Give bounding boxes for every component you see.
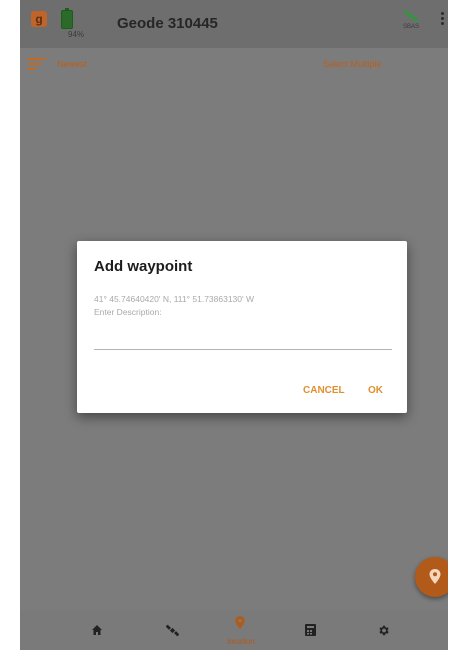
- location-pin-icon: [429, 569, 441, 584]
- select-multiple-button[interactable]: Select Multiple: [323, 59, 382, 69]
- satellite-icon: [166, 624, 179, 637]
- add-waypoint-fab[interactable]: [415, 557, 448, 597]
- dialog-title: Add waypoint: [94, 258, 193, 275]
- cancel-button[interactable]: CANCEL: [303, 385, 345, 396]
- bottom-navigation: location: [20, 610, 448, 650]
- ok-button[interactable]: OK: [368, 385, 383, 396]
- sort-icon[interactable]: [28, 58, 46, 70]
- add-waypoint-dialog: Add waypoint 41° 45.74640420' N, 111° 51…: [77, 241, 407, 413]
- app-title: Geode 310445: [117, 15, 218, 32]
- calculator-icon: [305, 624, 316, 636]
- more-vert-icon[interactable]: [439, 12, 445, 30]
- nav-location-label: location: [227, 637, 255, 646]
- battery-icon: [61, 8, 73, 29]
- nav-gps[interactable]: [153, 610, 193, 650]
- gps-status-button[interactable]: SBAS: [399, 9, 423, 39]
- battery-percent: 94%: [68, 30, 85, 39]
- nav-location[interactable]: location: [221, 610, 261, 650]
- gear-icon: [379, 625, 389, 636]
- app-bar: g 94% Geode 310445 SBAS: [20, 0, 448, 48]
- description-hint: Enter Description:: [94, 307, 162, 317]
- app-logo-icon: g: [31, 11, 47, 27]
- satellite-icon: [404, 9, 418, 23]
- waypoint-coordinates: 41° 45.74640420' N, 111° 51.73863130' W: [94, 294, 255, 304]
- app-screen: g 94% Geode 310445 SBAS Newest Select Mu…: [20, 0, 448, 650]
- sort-label[interactable]: Newest: [57, 59, 87, 69]
- location-pin-icon: [235, 616, 245, 629]
- gps-status-label: SBAS: [402, 24, 419, 30]
- home-icon: [92, 625, 102, 635]
- nav-settings[interactable]: [364, 610, 404, 650]
- nav-home[interactable]: [78, 610, 118, 650]
- description-input[interactable]: [94, 321, 392, 350]
- nav-calculator[interactable]: [292, 610, 332, 650]
